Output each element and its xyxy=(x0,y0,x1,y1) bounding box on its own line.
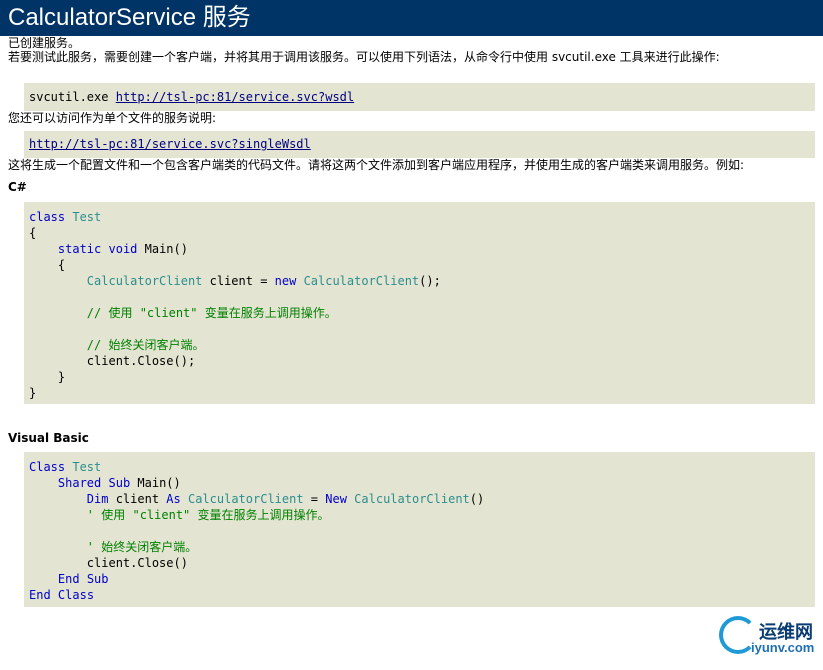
main-content: 已创建服务。 若要测试此服务，需要创建一个客户端，并将其用于调用该服务。可以使用… xyxy=(0,36,823,607)
page-title: CalculatorService 服务 xyxy=(0,0,823,36)
csharp-line: // 始终关闭客户端。 xyxy=(86,338,205,352)
single-wsdl-link[interactable]: http://tsl-pc:81/service.svc?singleWsdl xyxy=(29,137,311,151)
vb-label: Visual Basic xyxy=(8,431,89,445)
vb-line: ' 使用 "client" 变量在服务上调用操作。 xyxy=(86,508,330,522)
vb-line: ' 始终关闭客户端。 xyxy=(86,540,198,554)
generate-info-text: 这将生成一个配置文件和一个包含客户端类的代码文件。请将这两个文件添加到客户端应用… xyxy=(8,158,745,172)
csharp-line: } xyxy=(29,386,37,400)
vb-line: End Sub xyxy=(57,572,109,586)
vb-line: client.Close() xyxy=(29,556,188,570)
service-created-text: 已创建服务。 xyxy=(8,36,81,50)
svcutil-command: svcutil.exe xyxy=(29,90,109,104)
watermark-logo: 运维网 iyunv.com xyxy=(719,614,819,662)
watermark-url: iyunv.com xyxy=(751,640,815,655)
vb-code: Class Test Shared Sub Main() Dim client … xyxy=(24,452,815,603)
vb-line: Dim client As CalculatorClient = New Cal… xyxy=(86,492,485,506)
csharp-line: { xyxy=(29,226,37,240)
csharp-line: { xyxy=(29,258,66,272)
csharp-line: } xyxy=(29,370,66,384)
vb-line: End Class xyxy=(29,588,95,602)
csharp-label: C# xyxy=(8,180,27,194)
csharp-line: static void Main() xyxy=(57,242,188,256)
vb-code-box: Class Test Shared Sub Main() Dim client … xyxy=(24,452,815,607)
csharp-line: // 使用 "client" 变量在服务上调用操作。 xyxy=(86,306,337,320)
csharp-line: client.Close(); xyxy=(29,354,196,368)
wsdl-link[interactable]: http://tsl-pc:81/service.svc?wsdl xyxy=(116,90,354,104)
csharp-line: class Test xyxy=(29,210,102,224)
csharp-code-box: class Test { static void Main() { Calcul… xyxy=(24,202,815,404)
intro-text: 若要测试此服务，需要创建一个客户端，并将其用于调用该服务。可以使用下列语法，从命… xyxy=(8,50,720,64)
vb-line: Class Test xyxy=(29,460,102,474)
csharp-code: class Test { static void Main() { Calcul… xyxy=(24,202,815,401)
single-wsdl-box: http://tsl-pc:81/service.svc?singleWsdl xyxy=(24,131,815,158)
vb-line: Shared Sub Main() xyxy=(57,476,181,490)
single-wsdl-intro: 您还可以访问作为单个文件的服务说明: xyxy=(8,111,217,125)
csharp-line: CalculatorClient client = new Calculator… xyxy=(86,274,441,288)
svcutil-command-box: svcutil.exe http://tsl-pc:81/service.svc… xyxy=(24,83,815,111)
